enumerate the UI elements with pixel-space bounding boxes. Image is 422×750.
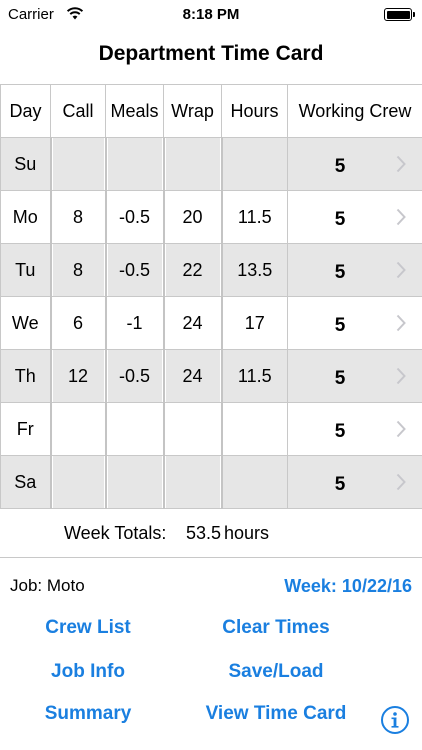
- wrap-cell[interactable]: 24: [162, 349, 223, 403]
- working-crew-count: 5: [334, 262, 346, 283]
- chevron-right-icon: [396, 367, 406, 385]
- working-crew-cell[interactable]: 5: [287, 349, 422, 403]
- summary-button[interactable]: Summary: [20, 703, 156, 725]
- day-label: We: [0, 296, 51, 350]
- day-label: Tu: [0, 243, 51, 297]
- day-label: Su: [0, 137, 51, 191]
- week-totals-label: Week Totals:: [64, 523, 167, 543]
- meals-cell[interactable]: [104, 455, 165, 509]
- page-title: Department Time Card: [98, 42, 324, 65]
- meals-cell[interactable]: -0.5: [104, 349, 165, 403]
- job-label: Job: Moto: [10, 576, 85, 595]
- clock: 8:18 PM: [182, 6, 240, 23]
- table-row-sunday: Su 5: [0, 137, 422, 191]
- call-cell[interactable]: 12: [49, 349, 107, 403]
- working-crew-count: 5: [334, 209, 346, 230]
- job-info-button[interactable]: Job Info: [20, 661, 156, 683]
- working-crew-count: 5: [334, 315, 346, 336]
- time-card-table: Day Call Meals Wrap Hours Working Crew S…: [0, 84, 422, 509]
- wrap-cell[interactable]: [162, 402, 223, 456]
- working-crew-count: 5: [334, 421, 346, 442]
- working-crew-cell[interactable]: 5: [287, 402, 422, 456]
- table-row-monday: Mo 8 -0.5 20 11.5 5: [0, 190, 422, 244]
- table-row-saturday: Sa 5: [0, 455, 422, 509]
- working-crew-cell[interactable]: 5: [287, 455, 422, 509]
- chevron-right-icon: [396, 208, 406, 226]
- week-totals-value: 53.5: [186, 523, 222, 543]
- hours-cell: [221, 402, 288, 456]
- save-load-button[interactable]: Save/Load: [194, 661, 358, 683]
- info-icon[interactable]: [380, 705, 410, 735]
- wrap-cell[interactable]: 22: [162, 243, 223, 297]
- call-cell[interactable]: [49, 137, 107, 191]
- meals-cell[interactable]: [104, 137, 165, 191]
- working-crew-cell[interactable]: 5: [287, 137, 422, 191]
- working-crew-count: 5: [334, 156, 346, 177]
- day-label: Sa: [0, 455, 51, 509]
- meals-cell[interactable]: -1: [104, 296, 165, 350]
- hours-cell: [221, 455, 288, 509]
- table-row-thursday: Th 12 -0.5 24 11.5 5: [0, 349, 422, 403]
- clear-times-button[interactable]: Clear Times: [194, 617, 358, 639]
- meals-cell[interactable]: [104, 402, 165, 456]
- status-bar: Carrier 8:18 PM: [0, 0, 422, 32]
- day-label: Th: [0, 349, 51, 403]
- wrap-cell[interactable]: 24: [162, 296, 223, 350]
- working-crew-count: 5: [334, 368, 346, 389]
- call-cell[interactable]: 8: [49, 190, 107, 244]
- column-header-hours: Hours: [221, 84, 288, 138]
- working-crew-cell[interactable]: 5: [287, 190, 422, 244]
- hours-cell: [221, 137, 288, 191]
- call-cell[interactable]: 8: [49, 243, 107, 297]
- hours-cell: 13.5: [221, 243, 288, 297]
- view-time-card-button[interactable]: View Time Card: [194, 703, 358, 725]
- working-crew-cell[interactable]: 5: [287, 243, 422, 297]
- crew-list-button[interactable]: Crew List: [20, 617, 156, 639]
- column-header-meals: Meals: [105, 84, 164, 138]
- wrap-cell[interactable]: 20: [162, 190, 223, 244]
- call-cell[interactable]: [49, 455, 107, 509]
- meals-cell[interactable]: -0.5: [104, 243, 165, 297]
- chevron-right-icon: [396, 155, 406, 173]
- chevron-right-icon: [396, 314, 406, 332]
- chevron-right-icon: [396, 420, 406, 438]
- column-header-working-crew: Working Crew: [287, 84, 422, 138]
- week-totals: Week Totals: 53.5 hours: [0, 506, 422, 558]
- working-crew-cell[interactable]: 5: [287, 296, 422, 350]
- table-row-tuesday: Tu 8 -0.5 22 13.5 5: [0, 243, 422, 297]
- wrap-cell[interactable]: [162, 137, 223, 191]
- chevron-right-icon: [396, 473, 406, 491]
- chevron-right-icon: [396, 261, 406, 279]
- table-row-wednesday: We 6 -1 24 17 5: [0, 296, 422, 350]
- week-totals-unit: hours: [224, 523, 270, 543]
- day-label: Mo: [0, 190, 51, 244]
- table-header-row: Day Call Meals Wrap Hours Working Crew: [0, 84, 422, 138]
- battery-icon: [384, 8, 415, 21]
- table-row-friday: Fr 5: [0, 402, 422, 456]
- working-crew-count: 5: [334, 474, 346, 495]
- hours-cell: 11.5: [221, 349, 288, 403]
- week-button[interactable]: Week: 10/22/16: [284, 576, 412, 597]
- day-label: Fr: [0, 402, 51, 456]
- column-header-day: Day: [0, 84, 51, 138]
- column-header-call: Call: [50, 84, 106, 138]
- hours-cell: 17: [221, 296, 288, 350]
- call-cell[interactable]: 6: [49, 296, 107, 350]
- meals-cell[interactable]: -0.5: [104, 190, 165, 244]
- wrap-cell[interactable]: [162, 455, 223, 509]
- column-header-wrap: Wrap: [163, 84, 222, 138]
- call-cell[interactable]: [49, 402, 107, 456]
- hours-cell: 11.5: [221, 190, 288, 244]
